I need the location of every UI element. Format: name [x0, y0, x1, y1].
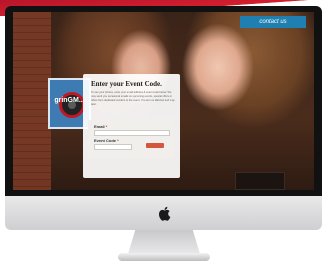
event-code-label: Event Code * [94, 138, 119, 143]
camera-prop [235, 172, 285, 190]
brick-wall-background [13, 12, 51, 190]
email-field[interactable] [94, 130, 170, 136]
event-code-field[interactable] [94, 144, 132, 150]
apple-logo-icon [158, 206, 171, 221]
event-code-panel: Enter your Event Code. To see your photo… [83, 74, 180, 178]
camera-lens-icon [59, 92, 85, 118]
submit-button[interactable] [146, 143, 164, 148]
monitor-base [118, 253, 210, 261]
email-label: Email * [94, 124, 108, 129]
panel-title: Enter your Event Code. [91, 80, 162, 88]
panel-description: To see your photos, enter your email add… [91, 91, 175, 106]
monitor-stand [128, 230, 200, 254]
event-code-form: Email * Event Code * [88, 120, 174, 158]
contact-us-link[interactable]: contact us [240, 16, 306, 28]
monitor-screen: contact us grinGM... Enter your Event Co… [13, 12, 314, 190]
